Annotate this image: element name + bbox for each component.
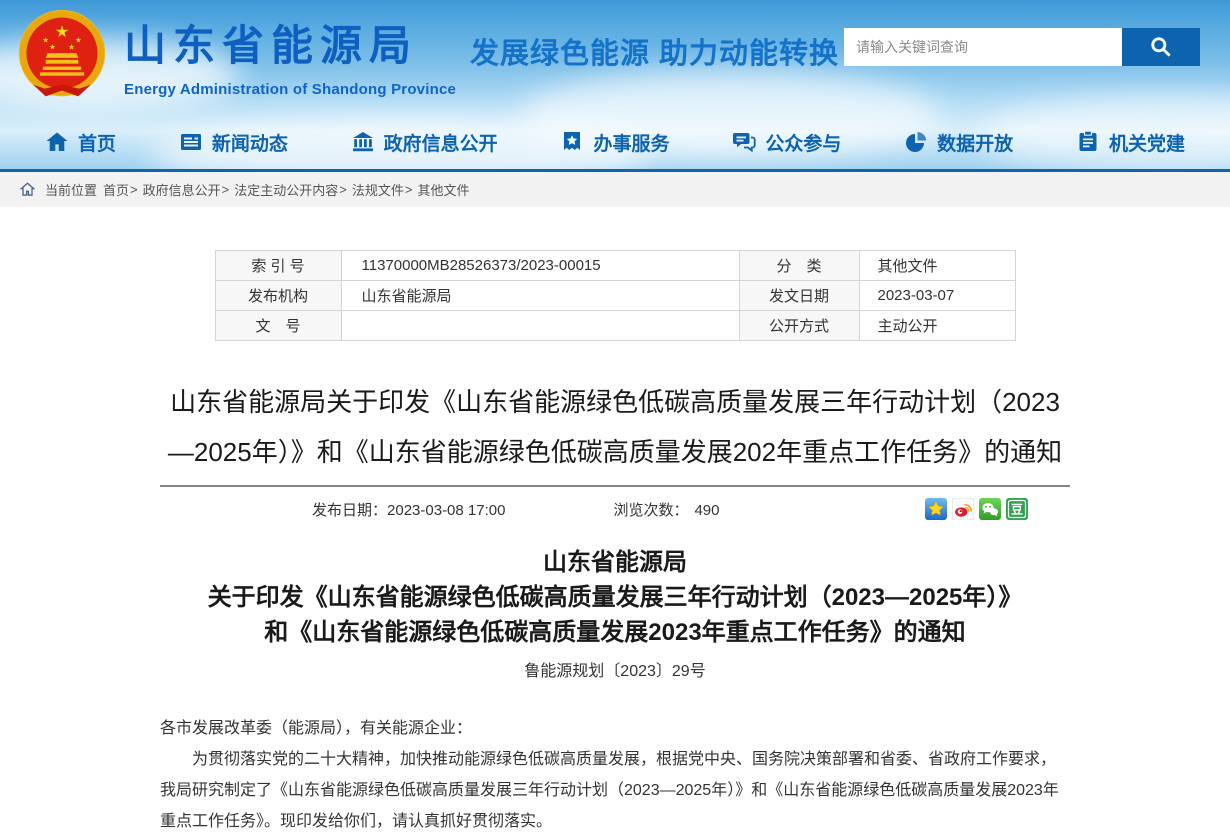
info-label-issuing-agency: 发布机构	[215, 281, 341, 311]
site-subtitle: Energy Administration of Shandong Provin…	[124, 81, 456, 98]
publish-date-value: 2023-03-08 17:00	[387, 502, 505, 519]
nav-label: 公众参与	[765, 129, 841, 156]
info-value-issue-date: 2023-03-07	[859, 281, 1015, 311]
svg-text:豆: 豆	[1011, 503, 1023, 517]
star-badge-icon	[560, 130, 584, 154]
nav-item-party-building[interactable]: 机关党建	[1076, 129, 1185, 156]
info-label-issue-date: 发文日期	[739, 281, 859, 311]
nav-item-gov-info[interactable]: 政府信息公开	[351, 129, 498, 156]
share-bar: 豆	[925, 498, 1028, 520]
search-input[interactable]	[844, 28, 1122, 66]
nav-label: 机关党建	[1109, 129, 1185, 156]
nav-label: 政府信息公开	[384, 129, 498, 156]
wechat-share-icon[interactable]	[979, 498, 1001, 520]
page-title: 山东省能源局关于印发《山东省能源绿色低碳高质量发展三年行动计划（2023—202…	[167, 377, 1063, 477]
breadcrumb-separator: >	[405, 182, 413, 197]
nav-label: 办事服务	[593, 129, 669, 156]
site-slogan: 发展绿色能源 助力动能转换	[470, 30, 839, 72]
info-value-issuing-agency: 山东省能源局	[341, 281, 739, 311]
site-title-block: 山东省能源局 Energy Administration of Shandong…	[124, 12, 456, 98]
search-icon	[1148, 34, 1174, 60]
info-value-doc-number	[341, 311, 739, 341]
document-title-line: 和《山东省能源绿色低碳高质量发展2023年重点工作任务》的通知	[160, 615, 1070, 650]
weibo-share-icon[interactable]	[952, 498, 974, 520]
document-title-line: 山东省能源局	[160, 545, 1070, 580]
chat-bubbles-icon	[732, 130, 756, 154]
breadcrumb-prefix: 当前位置	[45, 180, 97, 199]
body-paragraph: 为贯彻落实党的二十大精神，加快推动能源绿色低碳高质量发展，根据党中央、国务院决策…	[160, 744, 1070, 837]
nav-item-services[interactable]: 办事服务	[560, 129, 669, 156]
breadcrumb-separator: >	[339, 182, 347, 197]
breadcrumb: 当前位置 首页 > 政府信息公开 > 法定主动公开内容 > 法规文件 > 其他文…	[0, 172, 1230, 207]
document-number: 鲁能源规划〔2023〕29号	[160, 657, 1070, 681]
search-box	[844, 28, 1200, 66]
national-emblem-logo: ★ ★ ★ ★ ★	[14, 8, 110, 104]
publish-date-label: 发布日期：	[312, 502, 387, 519]
info-label-index-number: 索 引 号	[215, 251, 341, 281]
article-meta-row: 发布日期：2023-03-08 17:00 浏览次数： 490 豆	[160, 487, 1070, 531]
svg-text:★: ★	[75, 36, 82, 45]
info-value-disclosure-method: 主动公开	[859, 311, 1015, 341]
news-icon	[179, 130, 203, 154]
info-label-category: 分 类	[739, 251, 859, 281]
breadcrumb-home-icon	[20, 182, 35, 197]
nav-item-home[interactable]: 首页	[45, 129, 116, 156]
nav-item-participation[interactable]: 公众参与	[732, 129, 841, 156]
table-row: 发布机构 山东省能源局 发文日期 2023-03-07	[215, 281, 1015, 311]
svg-text:★: ★	[68, 42, 75, 51]
document-title: 山东省能源局 关于印发《山东省能源绿色低碳高质量发展三年行动计划（2023—20…	[160, 545, 1070, 650]
info-value-index-number: 11370000MB28526373/2023-00015	[341, 251, 739, 281]
breadcrumb-item-regulations[interactable]: 法规文件	[352, 180, 404, 199]
table-row: 文 号 公开方式 主动公开	[215, 311, 1015, 341]
home-icon	[45, 130, 69, 154]
breadcrumb-item-gov-info[interactable]: 政府信息公开	[143, 180, 221, 199]
info-value-category: 其他文件	[859, 251, 1015, 281]
clipboard-icon	[1076, 130, 1100, 154]
nav-label: 数据开放	[937, 129, 1013, 156]
site-header: ★ ★ ★ ★ ★ 山东省能源局 Energy Administration o…	[0, 0, 1230, 172]
table-row: 索 引 号 11370000MB28526373/2023-00015 分 类 …	[215, 251, 1015, 281]
article-content: 索 引 号 11370000MB28526373/2023-00015 分 类 …	[160, 250, 1070, 837]
nav-item-news[interactable]: 新闻动态	[179, 129, 288, 156]
breadcrumb-item-other-docs[interactable]: 其他文件	[417, 180, 469, 199]
breadcrumb-item-home[interactable]: 首页	[103, 180, 129, 199]
publish-date: 发布日期：2023-03-08 17:00	[312, 499, 505, 520]
nav-label: 新闻动态	[212, 129, 288, 156]
site-title: 山东省能源局	[124, 12, 456, 73]
gov-building-icon	[351, 130, 375, 154]
breadcrumb-separator: >	[222, 182, 230, 197]
search-button[interactable]	[1122, 28, 1200, 66]
svg-text:★: ★	[49, 42, 56, 51]
pie-chart-icon	[904, 130, 928, 154]
nav-label: 首页	[78, 129, 116, 156]
douban-share-icon[interactable]: 豆	[1006, 498, 1028, 520]
breadcrumb-separator: >	[130, 182, 138, 197]
qzone-share-icon[interactable]	[925, 498, 947, 520]
salutation: 各市发展改革委（能源局），有关能源企业：	[160, 713, 1070, 744]
main-navigation: 首页 新闻动态 政府信息公开 办事服务 公众参与	[0, 115, 1230, 172]
document-info-table: 索 引 号 11370000MB28526373/2023-00015 分 类 …	[215, 250, 1016, 341]
info-label-doc-number: 文 号	[215, 311, 341, 341]
view-count-value: 490	[694, 502, 719, 519]
svg-text:★: ★	[55, 23, 70, 41]
breadcrumb-item-statutory[interactable]: 法定主动公开内容	[234, 180, 338, 199]
document-title-line: 关于印发《山东省能源绿色低碳高质量发展三年行动计划（2023—2025年）》	[160, 580, 1070, 615]
info-label-disclosure-method: 公开方式	[739, 311, 859, 341]
nav-item-open-data[interactable]: 数据开放	[904, 129, 1013, 156]
view-count-label: 浏览次数：	[613, 502, 688, 519]
document-body: 各市发展改革委（能源局），有关能源企业： 为贯彻落实党的二十大精神，加快推动能源…	[160, 713, 1070, 837]
view-count: 浏览次数： 490	[613, 499, 719, 520]
